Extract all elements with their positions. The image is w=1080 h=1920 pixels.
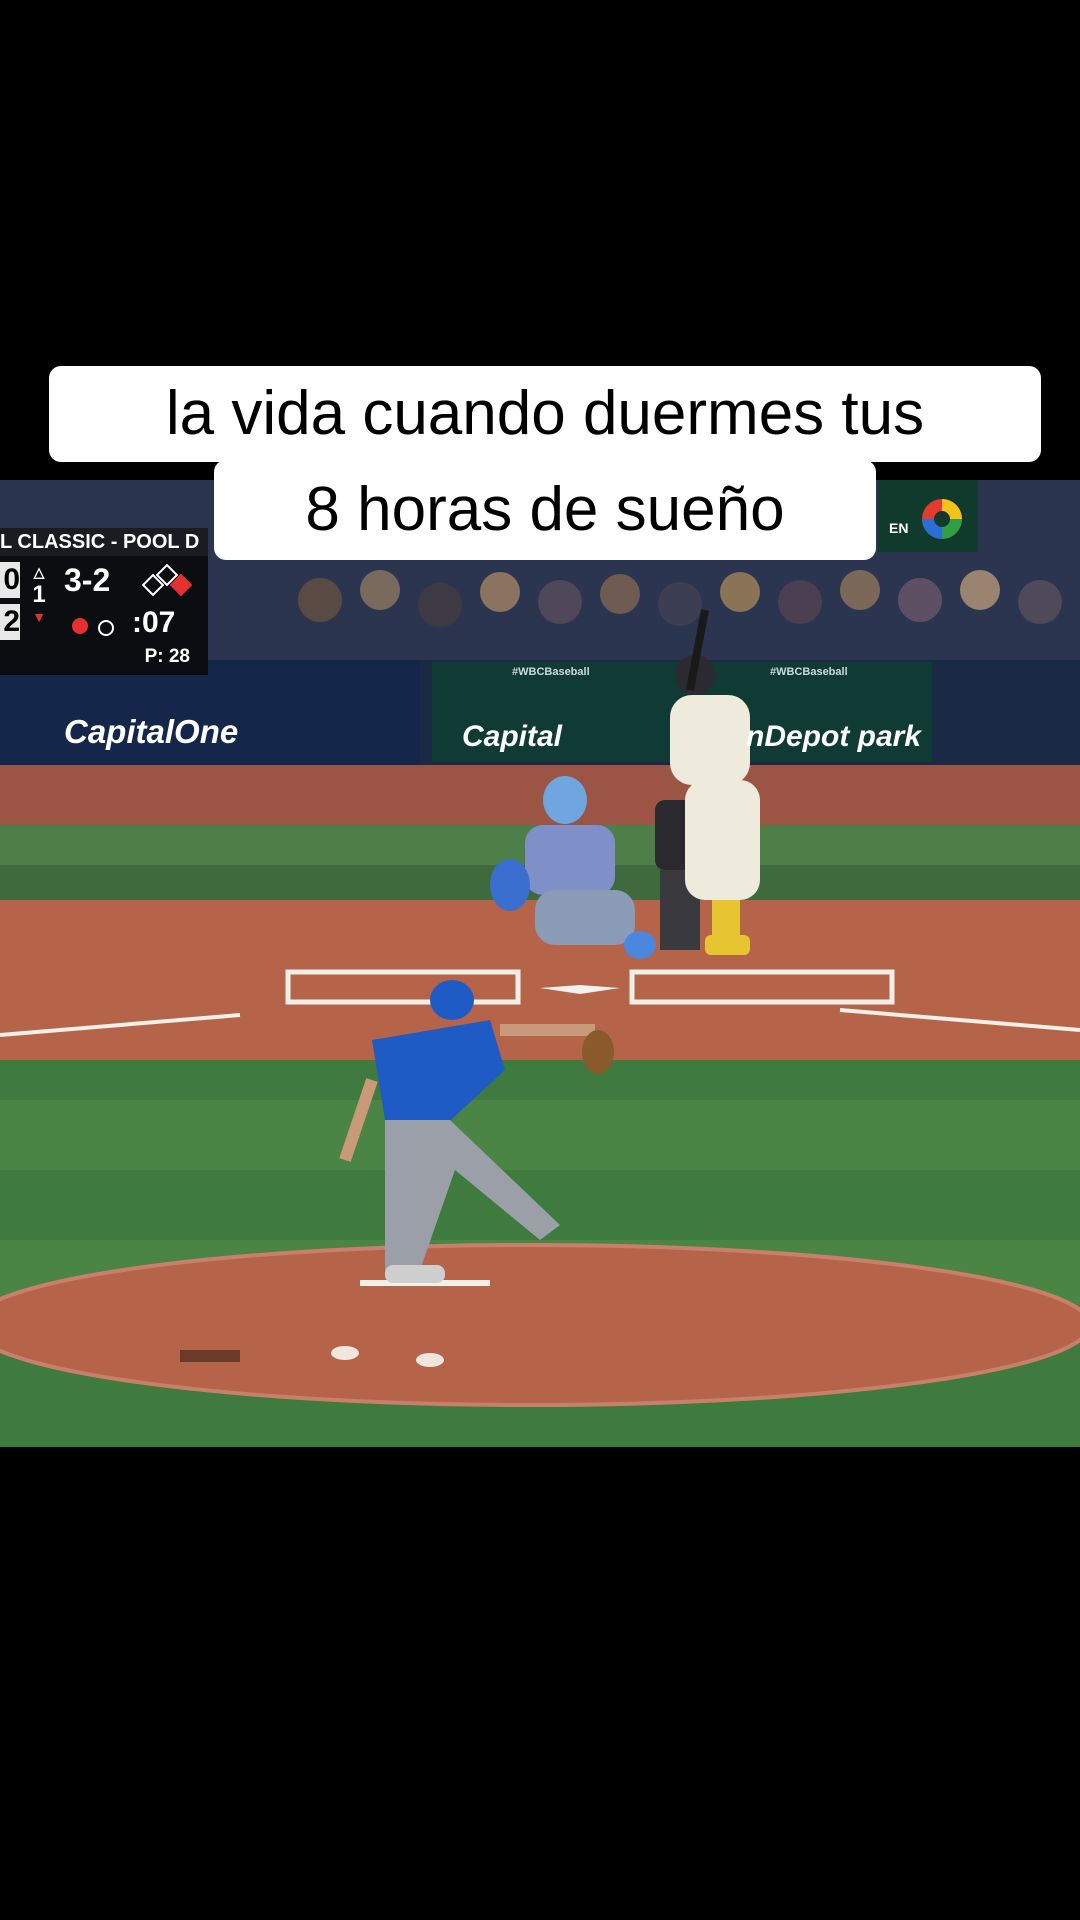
broadcast-logo-label: EN (889, 520, 909, 536)
inning: △ 1 ▼ (28, 564, 50, 636)
scorebug: L CLASSIC - POOL D 0 2 △ 1 ▼ 3-2 :07 P: … (0, 528, 208, 675)
bases-icon (141, 564, 193, 597)
caption-line-1: la vida cuando duermes tus (49, 366, 1041, 462)
caption-line-2: 8 horas de sueño (214, 460, 876, 560)
inning-bottom-arrow-icon: ▼ (32, 609, 46, 625)
wall-tag-left: #WBCBaseball (512, 666, 590, 678)
score-top: 0 (0, 562, 20, 598)
score-bottom: 2 (0, 604, 20, 640)
ad-center: Capital (462, 720, 563, 753)
ball-strike-count: 3-2 (64, 562, 111, 598)
out-dot-empty-icon (98, 620, 114, 636)
pitch-clock: :07 (132, 606, 176, 639)
ad-left: CapitalOne (64, 713, 239, 750)
ad-right: nDepot park (746, 720, 922, 753)
scorebug-header: L CLASSIC - POOL D (0, 528, 208, 556)
inning-number: 1 (32, 581, 46, 608)
wbc-logo-icon (922, 499, 962, 539)
wall-tag-right: #WBCBaseball (770, 666, 848, 678)
pitch-count: P: 28 (144, 646, 190, 667)
out-dot-filled-icon (72, 618, 88, 634)
inning-top-arrow-icon: △ (33, 564, 45, 580)
